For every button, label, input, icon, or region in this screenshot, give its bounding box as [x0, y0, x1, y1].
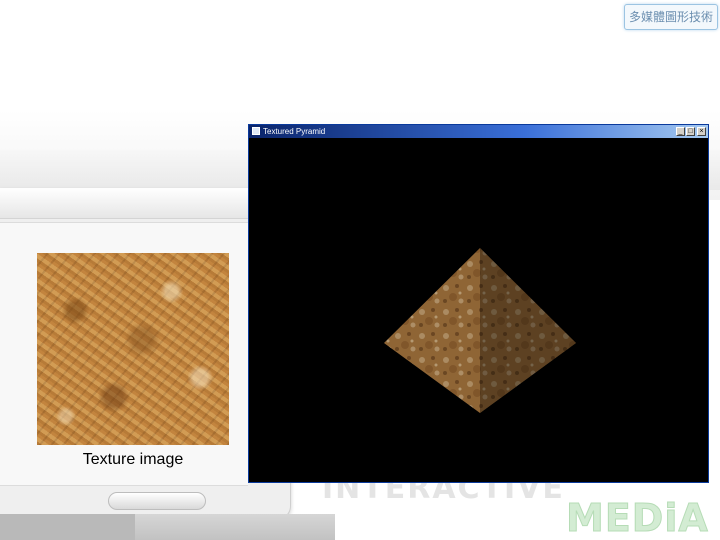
textured-pyramid	[384, 248, 576, 413]
device-home-button	[108, 492, 206, 510]
device-top-bezel	[0, 188, 290, 219]
app-window[interactable]: Textured Pyramid _ □ ×	[248, 124, 709, 483]
watermark-media: MEDiA	[566, 496, 709, 540]
window-title: Textured Pyramid	[263, 127, 326, 136]
close-icon[interactable]: ×	[697, 127, 706, 136]
texture-caption: Texture image	[82, 451, 184, 468]
window-titlebar[interactable]: Textured Pyramid _ □ ×	[249, 125, 708, 138]
minimize-icon[interactable]: _	[676, 127, 685, 136]
maximize-icon[interactable]: □	[686, 127, 695, 136]
window-app-icon[interactable]	[252, 127, 260, 135]
opengl-viewport[interactable]	[249, 138, 708, 482]
texture-image	[37, 253, 229, 445]
course-badge: 多媒體圖形技術	[624, 4, 718, 30]
slide-floor-dark	[0, 514, 135, 540]
